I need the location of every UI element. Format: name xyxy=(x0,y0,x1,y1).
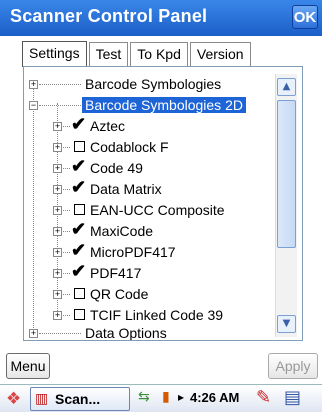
expand-icon[interactable]: + xyxy=(53,248,62,257)
ok-button[interactable]: OK xyxy=(292,5,318,29)
vertical-scrollbar[interactable]: ▲ ▼ xyxy=(275,74,297,337)
checkmark-icon[interactable]: ✔ xyxy=(71,157,86,175)
tray-arrow-icon[interactable]: ▸ xyxy=(178,390,184,404)
expand-icon[interactable]: + xyxy=(53,164,62,173)
window-title: Scanner Control Panel xyxy=(10,6,208,26)
collapse-icon[interactable]: − xyxy=(29,101,38,110)
system-tray: ⇆ ▮ ▸ 4:26 AM ✎ ▤ xyxy=(134,387,320,411)
tree-connector xyxy=(63,189,70,190)
tree-item-data-options[interactable]: + Data Options xyxy=(24,323,274,341)
tree-connector xyxy=(39,105,81,106)
tree-connector xyxy=(63,231,70,232)
expand-icon[interactable]: + xyxy=(53,290,62,299)
taskbar-app-button[interactable]: ▥ Scan... xyxy=(30,387,130,411)
tab-test[interactable]: Test xyxy=(88,42,129,66)
tree-item-micropdf417[interactable]: + ✔ MicroPDF417 xyxy=(24,241,274,263)
clock[interactable]: 4:26 AM xyxy=(190,390,239,405)
tree-connector xyxy=(63,168,70,169)
expand-icon[interactable]: + xyxy=(53,143,62,152)
tree-connector xyxy=(63,126,70,127)
scanner-app-icon: ▥ xyxy=(35,391,49,407)
tree-item-barcode-symbologies[interactable]: + Barcode Symbologies xyxy=(24,74,274,95)
tree-item-label: PDF417 xyxy=(90,265,142,281)
menu-button[interactable]: Menu xyxy=(6,353,50,379)
tree-item-data-matrix[interactable]: + ✔ Data Matrix xyxy=(24,178,274,200)
checkbox-unchecked[interactable] xyxy=(74,309,85,320)
windows-flag-icon[interactable]: ❖ xyxy=(6,389,21,409)
scroll-down-icon[interactable]: ▼ xyxy=(277,315,296,333)
tree-item-pdf417[interactable]: + ✔ PDF417 xyxy=(24,262,274,284)
tree-item-aztec[interactable]: + ✔ Aztec xyxy=(24,115,274,137)
checkbox-unchecked[interactable] xyxy=(74,288,85,299)
tree-item-label: Codablock F xyxy=(90,139,169,155)
checkbox-unchecked[interactable] xyxy=(74,141,85,152)
window-switcher-icon[interactable]: ▤ xyxy=(284,387,301,408)
tree-item-codablock-f[interactable]: + Codablock F xyxy=(24,137,274,158)
tree-item-maxicode[interactable]: + ✔ MaxiCode xyxy=(24,220,274,242)
expand-icon[interactable]: + xyxy=(53,269,62,278)
tree-item-label: Aztec xyxy=(90,118,126,134)
taskbar: ❖ ▥ Scan... ⇆ ▮ ▸ 4:26 AM ✎ ▤ xyxy=(0,384,322,412)
tab-settings[interactable]: Settings xyxy=(22,41,87,67)
tree-connector xyxy=(63,147,70,148)
tree-item-label: EAN-UCC Composite xyxy=(90,202,225,218)
scroll-thumb[interactable] xyxy=(277,100,296,248)
expand-icon[interactable]: + xyxy=(29,329,38,338)
tree-item-label: Barcode Symbologies 2D xyxy=(82,97,246,113)
checkmark-icon[interactable]: ✔ xyxy=(71,262,86,280)
checkmark-icon[interactable]: ✔ xyxy=(71,220,86,238)
tree-connector xyxy=(39,333,81,334)
tree-connector xyxy=(63,273,70,274)
scroll-up-icon[interactable]: ▲ xyxy=(277,78,296,96)
expand-icon[interactable]: + xyxy=(53,206,62,215)
checkmark-icon[interactable]: ✔ xyxy=(71,115,86,133)
taskbar-app-label: Scan... xyxy=(55,391,101,407)
input-panel-icon[interactable]: ✎ xyxy=(256,387,271,408)
expand-icon[interactable]: + xyxy=(29,80,38,89)
tab-version[interactable]: Version xyxy=(189,42,251,66)
tree-connector xyxy=(63,315,70,316)
apply-button[interactable]: Apply xyxy=(268,353,318,379)
tree-connector xyxy=(39,84,81,85)
expand-icon[interactable]: + xyxy=(53,311,62,320)
settings-tree[interactable]: + Barcode Symbologies − Barcode Symbolog… xyxy=(23,66,303,341)
tree-item-label: Barcode Symbologies xyxy=(85,76,222,92)
checkmark-icon[interactable]: ✔ xyxy=(71,178,86,196)
tree-item-qr-code[interactable]: + QR Code xyxy=(24,284,274,305)
tab-to-kpd[interactable]: To Kpd xyxy=(130,42,188,66)
tab-strip: Settings Test To Kpd Version xyxy=(22,41,253,67)
tree-item-label: MaxiCode xyxy=(90,223,154,239)
tree-item-label: QR Code xyxy=(90,286,149,302)
sync-icon[interactable]: ⇆ xyxy=(138,389,150,405)
expand-icon[interactable]: + xyxy=(53,227,62,236)
checkbox-unchecked[interactable] xyxy=(74,204,85,215)
tree-connector xyxy=(63,252,70,253)
tree-item-ean-ucc-composite[interactable]: + EAN-UCC Composite xyxy=(24,200,274,221)
tree-item-label: Data Matrix xyxy=(90,181,162,197)
tree-item-label: MicroPDF417 xyxy=(90,244,176,260)
tree-item-barcode-symbologies-2d[interactable]: − Barcode Symbologies 2D xyxy=(24,95,274,116)
tree-item-label: TCIF Linked Code 39 xyxy=(90,307,224,323)
tree-item-label: Data Options xyxy=(85,325,167,341)
tree-item-label: Code 49 xyxy=(90,160,143,176)
expand-icon[interactable]: + xyxy=(53,185,62,194)
tree-connector xyxy=(63,210,70,211)
title-bar: Scanner Control Panel OK xyxy=(0,0,322,36)
expand-icon[interactable]: + xyxy=(53,122,62,131)
checkmark-icon[interactable]: ✔ xyxy=(71,241,86,259)
tree-connector xyxy=(63,294,70,295)
tree-item-code-49[interactable]: + ✔ Code 49 xyxy=(24,157,274,179)
battery-icon[interactable]: ▮ xyxy=(162,389,170,405)
